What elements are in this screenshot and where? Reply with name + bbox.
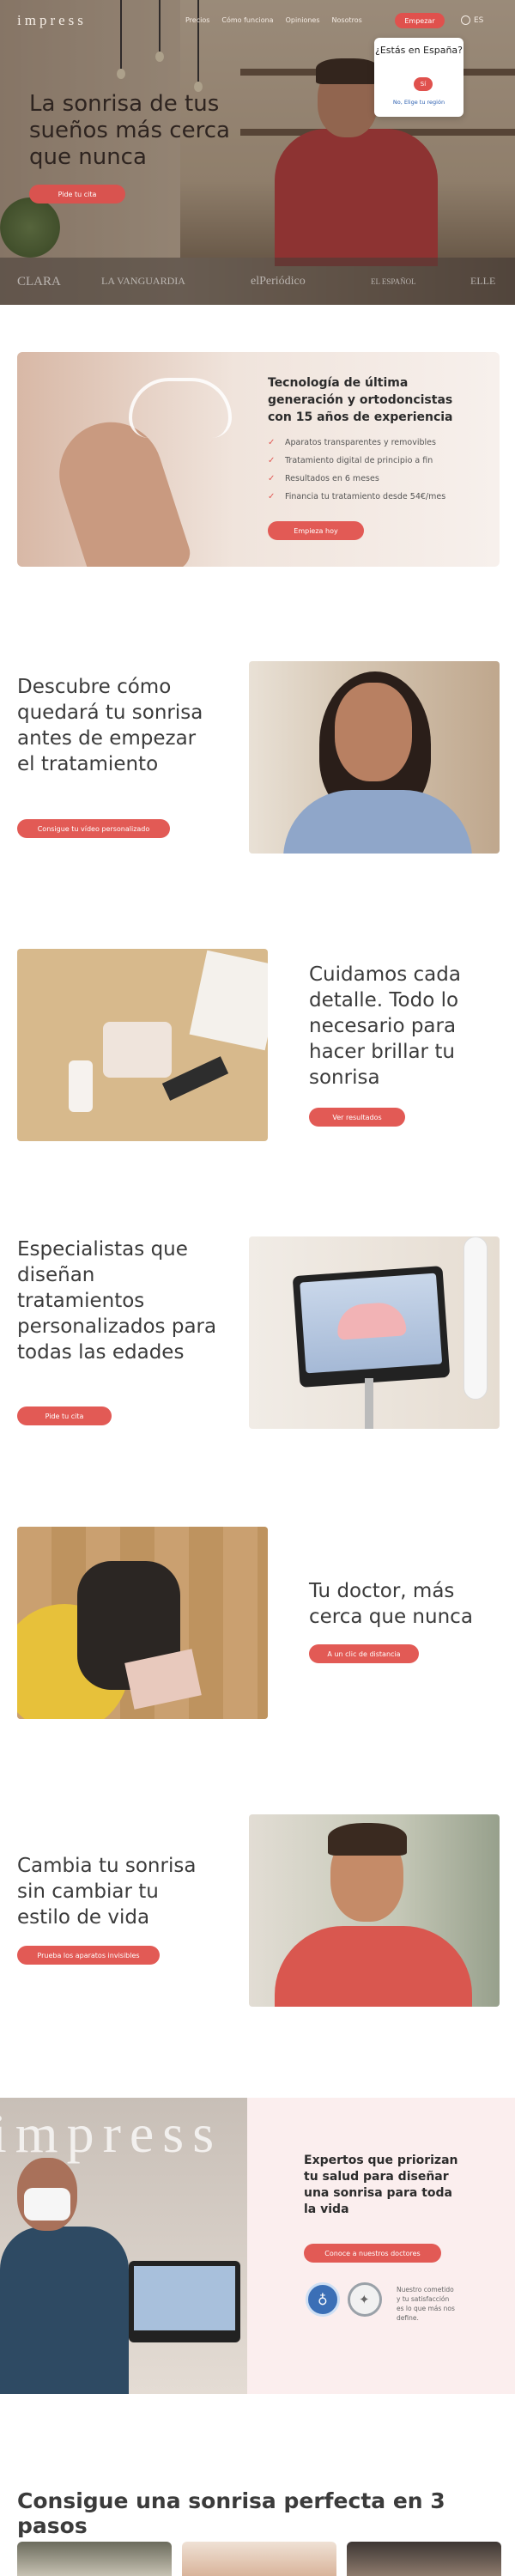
dental-scan-photo <box>249 1236 500 1429</box>
start-today-button[interactable]: Empieza hoy <box>268 521 364 540</box>
press-logo: ELLE <box>470 275 496 287</box>
region-popup: ¿Estás en España? Sí No, Elige tu región <box>374 38 464 117</box>
photo-monitor <box>292 1266 451 1388</box>
impress-kit-photo <box>17 949 268 1141</box>
experts-note: Nuestro cometido y tu satisfacción es lo… <box>397 2286 455 2322</box>
press-logos: CLARA LA VANGUARDIA elPeriódico EL ESPAÑ… <box>0 258 515 305</box>
phone-user-photo <box>17 1527 268 1719</box>
list-item: ✓ Aparatos transparentes y removibles <box>268 438 474 448</box>
experts-title: Expertos que priorizan tu salud para dis… <box>304 2154 458 2216</box>
nav-link-nosotros[interactable]: Nosotros <box>332 16 362 24</box>
lifestyle-cta-button[interactable]: Prueba los aparatos invisibles <box>17 1946 160 1965</box>
doctor-mask <box>24 2188 70 2221</box>
press-logo: LA VANGUARDIA <box>101 275 185 287</box>
photo-toothpaste <box>161 1056 229 1101</box>
technology-benefits: ✓ Aparatos transparentes y removibles ✓ Tr… <box>268 438 474 510</box>
benefit-text: Financia tu tratamiento desde 54€/mes <box>285 492 446 501</box>
doctor-uniform <box>0 2227 129 2394</box>
photo-foam-bottle <box>69 1060 93 1112</box>
step-card-image <box>17 2542 172 2576</box>
photo-aligner-case <box>103 1022 172 1078</box>
language-selector[interactable]: ES <box>461 15 483 25</box>
video-section-title: Descubre cómo quedará tu sonrisa antes d… <box>17 676 203 775</box>
benefit-text: Tratamiento digital de principio a fin <box>285 456 433 465</box>
photo-hair <box>328 1823 407 1856</box>
hero-cta-button[interactable]: Pide tu cita <box>29 185 125 204</box>
region-question: ¿Estás en España? <box>375 45 463 56</box>
technology-title: Tecnología de última generación y ortodo… <box>268 376 453 424</box>
step-card-image <box>182 2542 336 2576</box>
press-logo: elPeriódico <box>251 275 306 288</box>
language-code: ES <box>474 15 484 25</box>
meet-doctors-button[interactable]: Conoce a nuestros doctores <box>304 2244 441 2263</box>
seal-icon: ✦ <box>348 2282 382 2317</box>
nav-links: Precios Cómo funciona Opiniones Nosotros <box>185 16 362 24</box>
doctor-photo: impress <box>0 2098 247 2394</box>
doctor-section-title: Tu doctor, más cerca que nunca <box>309 1580 473 1628</box>
top-nav: impress Precios Cómo funciona Opiniones … <box>0 0 515 41</box>
appointment-button[interactable]: Pide tu cita <box>17 1406 112 1425</box>
photo-towel <box>189 950 268 1051</box>
region-other-link[interactable]: No, Elige tu región <box>374 99 464 106</box>
check-icon: ✓ <box>268 492 276 501</box>
step-card-image <box>347 2542 501 2576</box>
doctor-monitor <box>129 2261 240 2342</box>
nav-link-como-funciona[interactable]: Cómo funciona <box>221 16 273 24</box>
list-item: ✓ Financia tu tratamiento desde 54€/mes <box>268 492 474 502</box>
photo-body <box>283 790 472 854</box>
nav-link-opiniones[interactable]: Opiniones <box>286 16 320 24</box>
globe-icon <box>461 15 470 25</box>
check-icon: ✓ <box>268 438 276 447</box>
benefit-text: Aparatos transparentes y removibles <box>285 438 436 447</box>
nav-cta-button[interactable]: Empezar <box>395 13 445 28</box>
technology-card: Tecnología de última generación y ortodo… <box>17 352 500 567</box>
wall-wordmark: impress <box>0 2103 223 2164</box>
photo-monitor-screen <box>300 1273 443 1374</box>
press-logo: CLARA <box>17 275 61 289</box>
brand-logo[interactable]: impress <box>17 12 87 29</box>
check-icon: ✓ <box>268 456 276 465</box>
aligner-image <box>129 378 232 438</box>
hero-title: La sonrisa de tus sueños más cerca que n… <box>29 91 230 170</box>
results-button[interactable]: Ver resultados <box>309 1108 405 1127</box>
photo-teeth-scan <box>336 1301 407 1340</box>
list-item: ✓ Tratamiento digital de principio a fin <box>268 456 474 466</box>
photo-face <box>335 683 412 781</box>
lifestyle-section-title: Cambia tu sonrisa sin cambiar tu estilo … <box>17 1855 197 1929</box>
experts-section: impress Expertos que priorizan tu salud … <box>0 2098 515 2394</box>
region-confirm-button[interactable]: Sí <box>414 77 433 91</box>
press-logo: EL ESPAÑOL <box>371 277 416 286</box>
details-section-title: Cuidamos cada detalle. Todo lo necesario… <box>309 963 461 1089</box>
tooth-icon: ♁ <box>306 2282 340 2317</box>
smiling-man-photo <box>249 1814 500 2007</box>
steps-title: Consigue una sonrisa perfecta en 3 pasos <box>17 2488 445 2538</box>
photo-monitor-stand <box>365 1378 373 1429</box>
check-icon: ✓ <box>268 474 276 483</box>
video-cta-button[interactable]: Consigue tu vídeo personalizado <box>17 819 170 838</box>
photo-scanner-wand <box>464 1236 488 1400</box>
specialists-section-title: Especialistas que diseñan tratamientos p… <box>17 1238 217 1364</box>
list-item: ✓ Resultados en 6 meses <box>268 474 474 484</box>
benefit-text: Resultados en 6 meses <box>285 474 379 483</box>
photo-body <box>275 1926 472 2007</box>
doctor-monitor-screen <box>134 2266 235 2330</box>
smiling-woman-photo <box>249 661 500 854</box>
doctor-cta-button[interactable]: A un clic de distancia <box>309 1644 419 1663</box>
nav-link-precios[interactable]: Precios <box>185 16 209 24</box>
